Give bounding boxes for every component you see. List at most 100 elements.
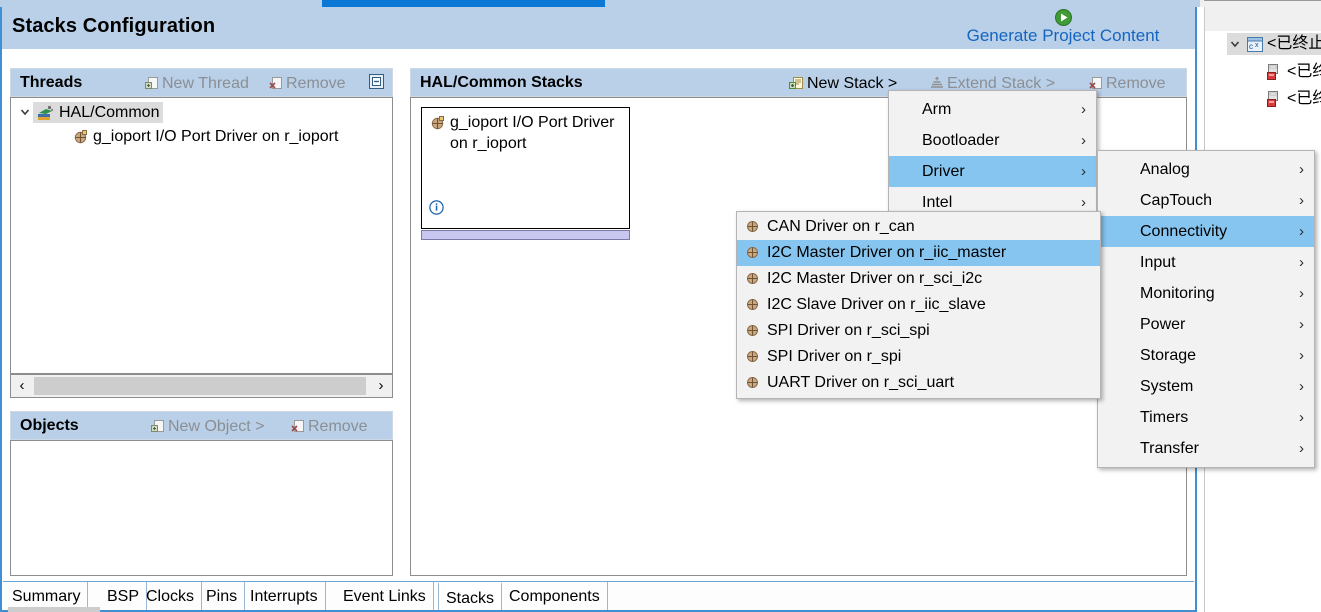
menu-item-i2c-master-r-sci-i2c[interactable]: I2C Master Driver on r_sci_i2c [737,266,1100,292]
svg-text:x: x [1255,42,1259,49]
menu-item-label: Driver [922,163,965,180]
menu-item-timers[interactable]: Timers › [1098,402,1314,433]
tab-pins[interactable]: Pins [199,582,246,610]
right-view-tab-strip [1200,0,1321,7]
threads-tree[interactable]: HAL/Common g_ioport I/O Port Driver on r… [10,97,393,374]
new-thread-button[interactable]: New Thread [145,75,249,93]
debug-tree-item-label: <已终止 [1287,90,1321,107]
chevron-right-icon: › [1299,254,1304,271]
menu-item-arm[interactable]: Arm › [889,94,1096,125]
collapse-all-icon [369,74,384,89]
remove-object-button[interactable]: Remove [291,418,368,436]
menu-item-i2c-master-r-iic-master[interactable]: I2C Master Driver on r_iic_master [737,240,1100,266]
objects-panel: Objects New Object > Remove [10,411,393,576]
menu-item-i2c-slave-r-iic-slave[interactable]: I2C Slave Driver on r_iic_slave [737,292,1100,318]
module-icon [431,116,444,130]
menu-item-can-driver-r-can[interactable]: CAN Driver on r_can [737,214,1100,240]
debug-tree-root-label: <已终止> [1267,35,1321,52]
menu-item-storage[interactable]: Storage › [1098,340,1314,371]
remove-thread-button[interactable]: Remove [269,75,346,93]
stack-module-footer-bar [421,230,630,240]
threads-tree-hscrollbar[interactable]: ‹ › [10,374,393,398]
scrollbar-thumb[interactable] [34,377,366,395]
menu-item-label: SPI Driver on r_sci_spi [767,322,930,339]
chevron-right-icon: › [1299,378,1304,395]
menu-item-spi-r-sci-spi[interactable]: SPI Driver on r_sci_spi [737,318,1100,344]
chevron-down-icon[interactable] [1229,38,1241,50]
chevron-right-icon: › [1299,316,1304,333]
chevron-right-icon: › [1299,223,1304,240]
info-icon[interactable] [429,200,444,215]
menu-item-analog[interactable]: Analog › [1098,154,1314,185]
new-stack-menu[interactable]: Arm › Bootloader › Driver › Intel › [888,90,1097,222]
new-object-label: New Object > [168,418,265,435]
remove-icon [1089,77,1102,89]
menu-item-spi-r-spi[interactable]: SPI Driver on r_spi [737,344,1100,370]
chevron-right-icon: › [1299,347,1304,364]
menu-item-label: I2C Slave Driver on r_iic_slave [767,296,986,313]
menu-item-monitoring[interactable]: Monitoring › [1098,278,1314,309]
tab-components[interactable]: Components [502,582,608,610]
menu-item-uart-r-sci-uart[interactable]: UART Driver on r_sci_uart [737,370,1100,396]
menu-item-connectivity[interactable]: Connectivity › [1098,216,1314,247]
tab-stacks[interactable]: Stacks [438,582,503,610]
menu-item-label: CapTouch [1140,192,1213,209]
generate-project-content-link[interactable]: Generate Project Content [948,26,1178,45]
debug-view-toolbar [1205,7,1321,31]
tab-interrupts[interactable]: Interrupts [243,582,326,610]
editor-header: Stacks Configuration Generate Project Co… [2,7,1195,49]
remove-icon [269,77,282,89]
configurator-tabbar: Summary BSP Clocks Pins Interrupts Event… [3,581,1194,610]
thread-stack-icon [1267,64,1278,80]
tab-clocks[interactable]: Clocks [139,582,203,610]
menu-item-bootloader[interactable]: Bootloader › [889,125,1096,156]
objects-list[interactable] [10,440,393,576]
module-icon [747,247,758,258]
collapse-all-button[interactable] [369,74,384,94]
stacks-panel-title: HAL/Common Stacks [420,74,583,91]
tab-event-links[interactable]: Event Links [336,582,434,610]
menu-item-label: I2C Master Driver on r_sci_i2c [767,270,983,287]
module-icon [747,299,758,310]
menu-item-label: Monitoring [1140,285,1215,302]
chevron-right-icon: › [1081,163,1086,180]
new-object-button[interactable]: New Object > [151,418,264,436]
menu-item-label: Bootloader [922,132,1000,149]
remove-thread-label: Remove [286,75,346,92]
connectivity-driver-menu[interactable]: CAN Driver on r_can I2C Master Driver on… [736,211,1101,399]
svg-text:c: c [1249,42,1253,51]
menu-item-input[interactable]: Input › [1098,247,1314,278]
module-icon [74,130,87,144]
page-title: Stacks Configuration [12,15,216,37]
menu-item-label: Input [1140,254,1176,271]
module-icon [747,351,758,362]
scroll-left-arrow[interactable]: ‹ [11,375,33,397]
stack-module-box[interactable]: g_ioport I/O Port Driver on r_ioport [421,107,630,229]
objects-panel-header: Objects New Object > Remove [10,411,393,440]
menu-item-transfer[interactable]: Transfer › [1098,433,1314,464]
menu-item-captouch[interactable]: CapTouch › [1098,185,1314,216]
menu-item-system[interactable]: System › [1098,371,1314,402]
menu-item-label: CAN Driver on r_can [767,218,915,235]
chevron-right-icon: › [1299,192,1304,209]
menu-item-power[interactable]: Power › [1098,309,1314,340]
new-stack-button[interactable]: New Stack > [789,75,897,93]
editor-tab-strip [0,0,1321,7]
tree-item-hal-common[interactable]: HAL/Common [17,102,164,123]
horizontal-scroll-stub[interactable] [8,607,100,612]
threads-panel-header: Threads New Thread Remove [10,68,393,97]
remove-stack-button[interactable]: Remove [1089,75,1166,93]
chevron-down-icon[interactable] [19,106,31,118]
active-editor-tab-indicator[interactable] [322,0,605,7]
tree-item-label: g_ioport I/O Port Driver on r_ioport [93,128,339,145]
chevron-right-icon: › [1081,101,1086,118]
objects-panel-title: Objects [20,417,79,434]
menu-item-label: UART Driver on r_sci_uart [767,374,955,391]
menu-item-label: Arm [922,101,952,118]
tree-item-label: HAL/Common [59,104,160,121]
tree-item-g-ioport[interactable]: g_ioport I/O Port Driver on r_ioport [73,127,338,147]
driver-category-menu[interactable]: Analog › CapTouch › Connectivity › Input › M… [1097,150,1315,468]
menu-item-driver[interactable]: Driver › [889,156,1096,187]
scroll-right-arrow[interactable]: › [370,375,392,397]
generate-project-content-action[interactable]: Generate Project Content [948,9,1178,45]
